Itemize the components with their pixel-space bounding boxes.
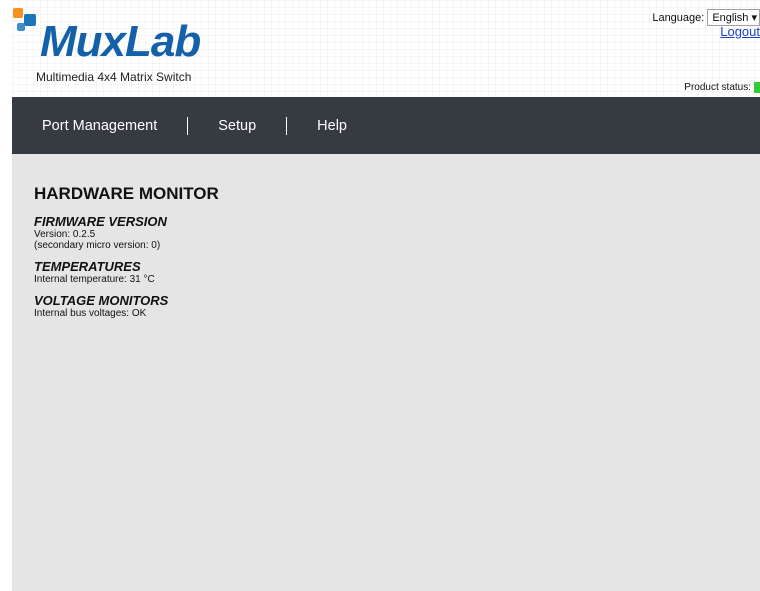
nav-separator xyxy=(286,116,288,135)
secondary-micro-version: (secondary micro version: 0) xyxy=(34,240,161,251)
muxlab-logo[interactable]: MuxLab xyxy=(12,8,212,68)
logo-text: MuxLab xyxy=(40,17,201,66)
logo-mark-blue-small xyxy=(17,23,25,31)
main-content: HARDWARE MONITOR FIRMWARE VERSION Versio… xyxy=(12,154,760,591)
page-title: HARDWARE MONITOR xyxy=(34,184,219,203)
nav-item-help[interactable]: Help xyxy=(317,118,347,134)
product-status-label: Product status: xyxy=(684,82,751,93)
status-led-icon xyxy=(754,82,760,93)
header: MuxLab Multimedia 4x4 Matrix Switch Lang… xyxy=(12,0,760,97)
bus-voltages: Internal bus voltages: OK xyxy=(34,308,147,319)
voltage-section: VOLTAGE MONITORS Internal bus voltages: … xyxy=(34,293,760,320)
main-nav: Port Management Setup Help xyxy=(12,97,760,154)
firmware-version: Version: 0.2.5 xyxy=(34,229,96,240)
page: MuxLab Multimedia 4x4 Matrix Switch Lang… xyxy=(12,0,760,591)
internal-temperature: Internal temperature: 31 °C xyxy=(34,274,155,285)
nav-item-setup[interactable]: Setup xyxy=(218,118,256,134)
section-title: FIRMWARE VERSION xyxy=(34,214,167,229)
product-tagline: Multimedia 4x4 Matrix Switch xyxy=(36,70,192,84)
temperatures-section: TEMPERATURES Internal temperature: 31 °C xyxy=(34,259,760,286)
section-title: VOLTAGE MONITORS xyxy=(34,293,169,308)
firmware-section: FIRMWARE VERSION Version: 0.2.5 (seconda… xyxy=(34,214,760,252)
section-title: TEMPERATURES xyxy=(34,259,141,274)
logout-link[interactable]: Logout xyxy=(720,24,760,39)
nav-separator xyxy=(187,116,189,135)
nav-item-port-management[interactable]: Port Management xyxy=(42,118,157,134)
logo-mark-blue xyxy=(24,14,36,26)
product-status: Product status: xyxy=(684,82,760,93)
language-value: English xyxy=(712,12,749,24)
language-label: Language: xyxy=(652,11,705,24)
logo-mark-orange xyxy=(13,8,23,18)
chevron-down-icon: ▾ xyxy=(751,12,757,24)
